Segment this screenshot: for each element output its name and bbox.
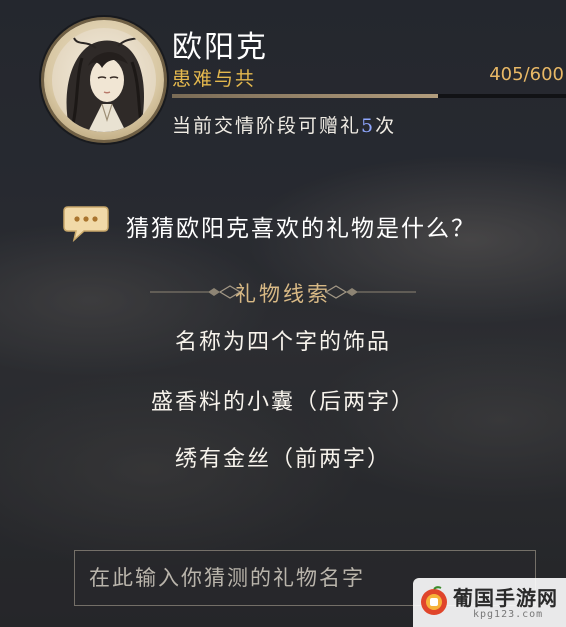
gift-line-prefix: 当前交情阶段可赠礼 <box>172 115 362 137</box>
clue-item: 名称为四个字的饰品 <box>174 330 391 355</box>
clue-item: 绣有金丝（前两字） <box>174 447 391 472</box>
affection-value: 405/600 <box>489 64 564 85</box>
character-name: 欧阳克 <box>172 30 268 65</box>
watermark-text: 葡国手游网 <box>453 586 558 610</box>
character-avatar <box>52 28 156 132</box>
gift-line-suffix: 次 <box>375 115 397 137</box>
grape-logo-icon <box>421 586 447 615</box>
speech-bubble-icon <box>62 203 110 243</box>
clue-item: 盛香料的小囊（后两字） <box>150 390 415 415</box>
clue-header: 礼物线索 <box>0 278 566 308</box>
ornament-right-icon <box>324 285 416 299</box>
gift-guess-panel: 欧阳克 患难与共 405/600 当前交情阶段可赠礼5次 猜猜欧阳克喜欢的礼物是… <box>0 0 566 627</box>
character-avatar-frame[interactable] <box>44 20 164 140</box>
relation-stage-label: 患难与共 <box>172 68 257 90</box>
affection-progress-fill <box>172 94 438 98</box>
watermark-subtext: kpg123.com <box>473 609 544 620</box>
affection-progress-bar <box>172 94 566 98</box>
gift-count-line: 当前交情阶段可赠礼5次 <box>172 111 396 138</box>
question-text: 猜猜欧阳克喜欢的礼物是什么？ <box>126 216 476 242</box>
character-portrait-icon <box>66 33 144 132</box>
gift-count: 5 <box>361 115 376 137</box>
clue-title: 礼物线索 <box>235 282 331 306</box>
site-watermark: 葡国手游网 kpg123.com <box>413 578 566 627</box>
